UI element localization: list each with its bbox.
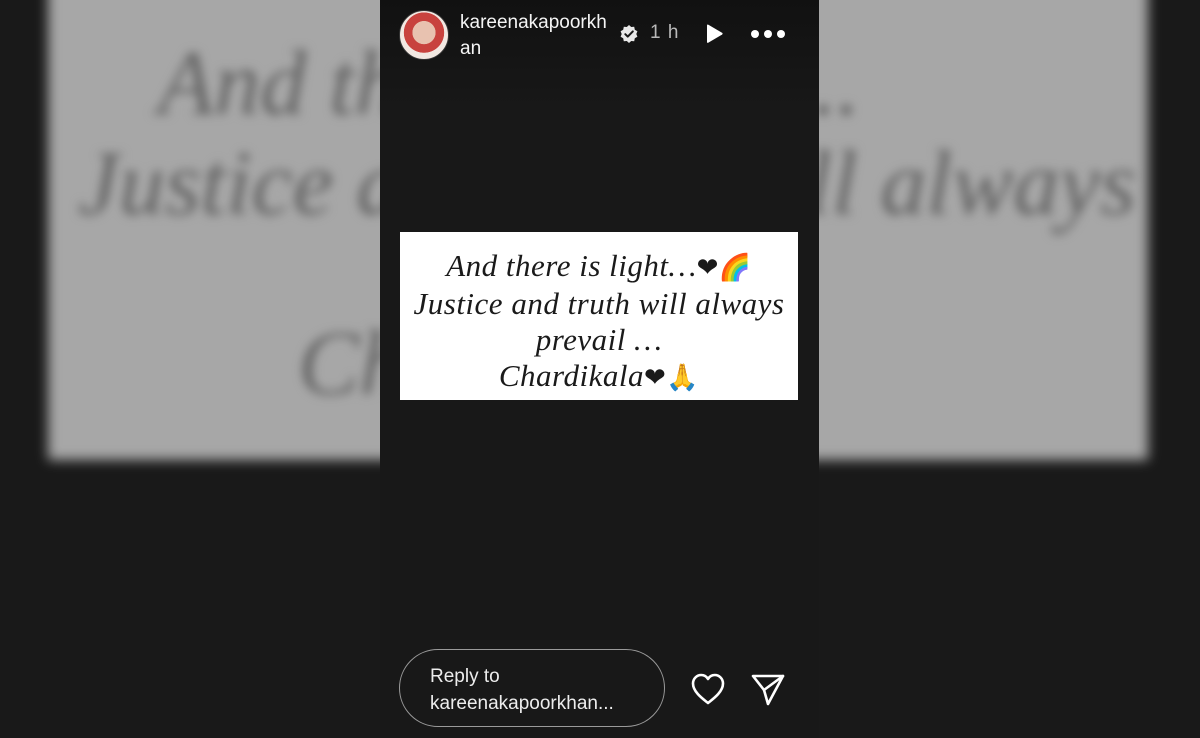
story-header: kareenakapoorkhan 1 h xyxy=(380,0,819,70)
more-options-icon[interactable] xyxy=(750,28,786,40)
story-line-3: prevail … xyxy=(535,322,663,357)
heart-icon[interactable] xyxy=(690,672,726,706)
verified-badge-icon xyxy=(620,25,638,43)
story-line-4-text: Chardikala xyxy=(498,358,644,393)
story-line-2: Justice and truth will always xyxy=(413,286,785,321)
story-line-1: And there is light…❤🌈 xyxy=(400,248,798,286)
heart-rainbow-emoji: ❤🌈 xyxy=(696,253,752,283)
story-line-1-text: And there is light… xyxy=(446,248,697,283)
reply-input[interactable]: Reply to kareenakapoorkhan... xyxy=(399,649,665,727)
story-line-4: Chardikala❤🙏 xyxy=(400,358,798,396)
send-icon[interactable] xyxy=(750,672,786,708)
story-text: And there is light…❤🌈 Justice and truth … xyxy=(400,248,798,396)
story-text-card: And there is light…❤🌈 Justice and truth … xyxy=(400,232,798,400)
post-time: 1 h xyxy=(650,22,680,43)
avatar[interactable] xyxy=(399,10,449,60)
username-link[interactable]: kareenakapoorkhan xyxy=(460,10,616,62)
reply-placeholder-line-2: kareenakapoorkhan... xyxy=(430,693,614,714)
story-viewer[interactable]: kareenakapoorkhan 1 h And there is light… xyxy=(380,0,819,738)
reply-placeholder-line-1: Reply to xyxy=(430,666,500,687)
play-icon[interactable] xyxy=(702,22,726,46)
heart-pray-emoji: ❤🙏 xyxy=(643,363,700,393)
